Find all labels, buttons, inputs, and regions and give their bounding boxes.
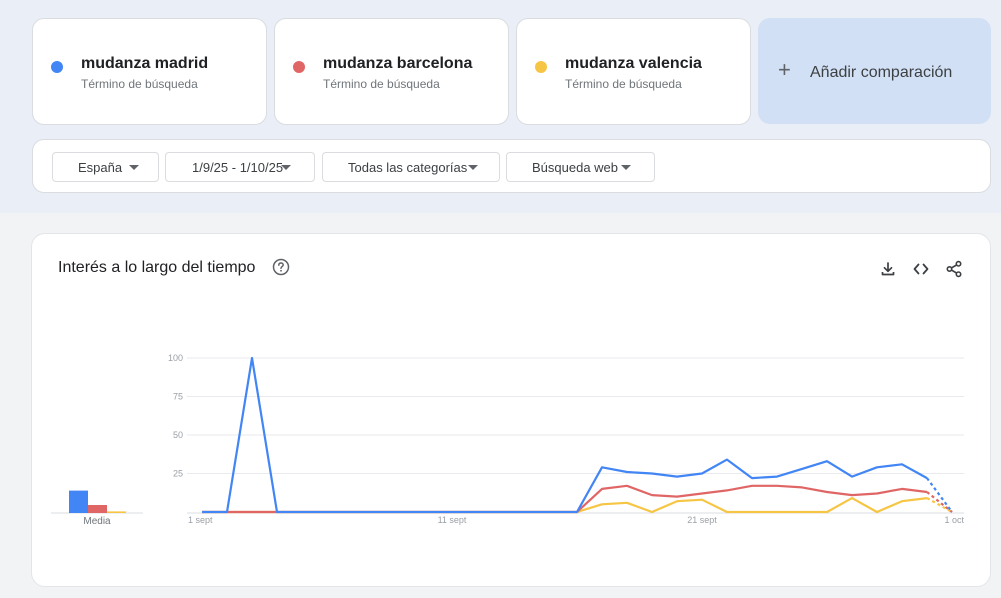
series-line-partial xyxy=(926,477,953,513)
average-bar xyxy=(107,511,126,513)
y-tick-label: 100 xyxy=(168,353,183,363)
y-tick-label: 25 xyxy=(173,469,183,479)
x-tick-label: 1 oct xyxy=(944,515,964,525)
interest-chart: 25 50 75 100 1 sept 11 sept 21 sept 1 oct Media xyxy=(51,353,964,527)
x-tick-label: 21 sept xyxy=(687,515,717,525)
average-bar xyxy=(69,490,88,513)
series-line xyxy=(202,497,928,514)
averages-label: Media xyxy=(83,516,111,527)
series-line-partial xyxy=(926,491,953,513)
series-line-partial xyxy=(926,497,953,513)
x-tick-label: 11 sept xyxy=(438,515,467,525)
y-tick-label: 75 xyxy=(173,392,183,402)
x-tick-label: 1 sept xyxy=(188,515,213,525)
y-tick-label: 50 xyxy=(173,430,183,440)
series-line xyxy=(202,484,928,514)
average-bar xyxy=(88,505,107,513)
